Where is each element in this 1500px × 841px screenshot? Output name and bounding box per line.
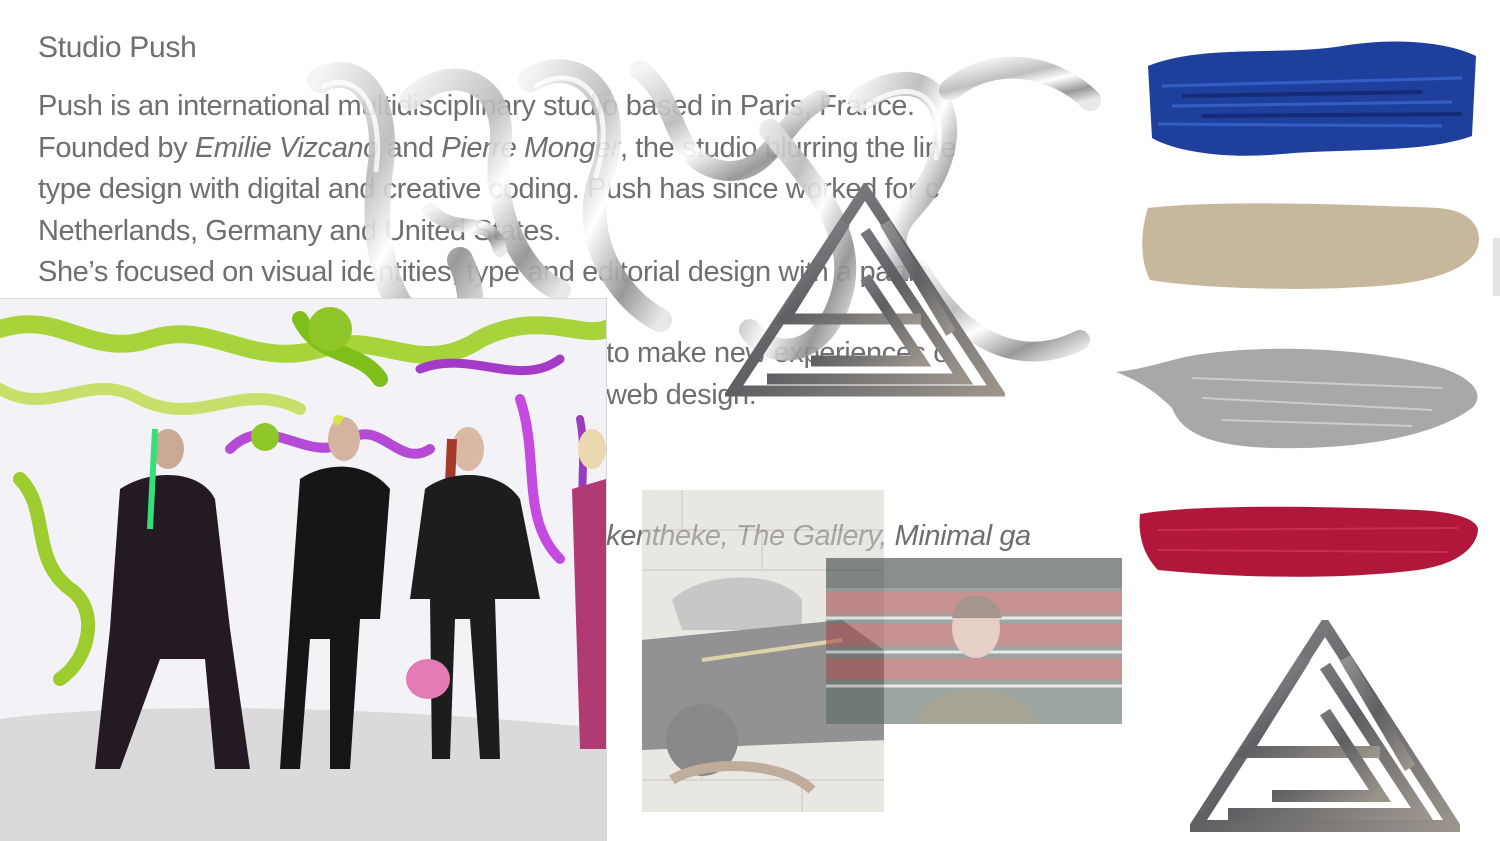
fashion-group-photo xyxy=(0,298,607,841)
panel-edge-divider xyxy=(1493,238,1500,296)
red-paint-swatch xyxy=(1139,506,1478,577)
triangle-logo-image xyxy=(725,183,1005,397)
silver-paint-swatch xyxy=(1116,348,1478,449)
film-still-art xyxy=(826,558,1122,724)
blue-paint-swatch xyxy=(1148,41,1476,156)
film-still-photo xyxy=(826,558,1122,724)
triangle-logo-large-image xyxy=(1190,620,1460,832)
fashion-photo-art xyxy=(0,299,606,841)
beige-paint-swatch xyxy=(1142,203,1479,289)
